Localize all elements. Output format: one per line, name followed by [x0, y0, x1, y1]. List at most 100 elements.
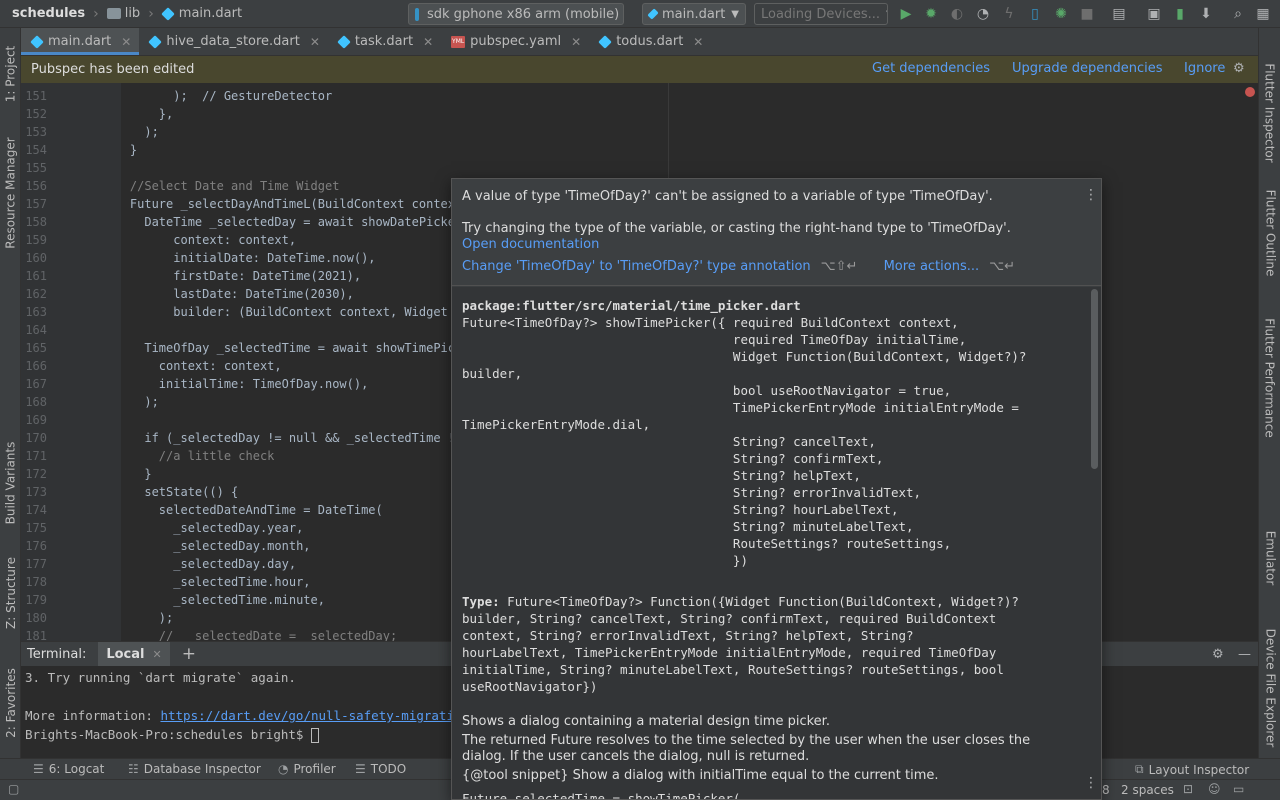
minimize-icon[interactable]: — [1238, 647, 1251, 662]
breadcrumb-folder[interactable]: lib [105, 0, 142, 28]
apply-changes-icon[interactable]: ▯ [1026, 5, 1044, 23]
folder-icon [106, 8, 121, 19]
add-terminal-icon[interactable]: + [182, 644, 196, 664]
type-line: Type: Future<TimeOfDay?> Function({Widge… [462, 593, 1019, 610]
database-icon: ☷ [128, 762, 139, 776]
devices-selector[interactable]: Loading Devices... ▼ [754, 3, 888, 25]
documentation-section[interactable]: package:flutter/src/material/time_picker… [452, 287, 1101, 799]
layout-inspector-tool-tab[interactable]: ⧉ Layout Inspector [1135, 762, 1249, 777]
line-number: 169 [25, 413, 47, 427]
code-text: lastDate: DateTime(2030), [101, 287, 354, 301]
stop-icon[interactable]: ■ [1078, 5, 1096, 23]
type-label: Type: [462, 594, 500, 609]
hot-reload-icon[interactable]: ϟ [1000, 5, 1018, 23]
indent-status[interactable]: 2 spaces [1121, 783, 1174, 797]
change-type-annotation-fix[interactable]: Change 'TimeOfDay' to 'TimeOfDay?' type … [462, 259, 811, 274]
emulator-tool-tab[interactable]: Emulator [1259, 523, 1280, 593]
yaml-file-icon: YML [451, 35, 466, 48]
logcat-tool-tab[interactable]: ☰ 6: Logcat [33, 762, 104, 776]
line-number: 168 [25, 395, 47, 409]
get-dependencies-link[interactable]: Get dependencies [872, 61, 990, 76]
popup-scrollbar[interactable] [1091, 289, 1098, 469]
gear-icon[interactable]: ⚙ [1233, 61, 1245, 76]
build-variants-tool-tab[interactable]: Build Variants [0, 433, 21, 533]
flutter-outline-tool-tab[interactable]: Flutter Outline [1259, 188, 1280, 278]
tab-todus-dart[interactable]: todus.dart ✕ [589, 28, 711, 55]
terminal-cursor [310, 728, 319, 743]
signature-line: String? errorInvalidText, [462, 485, 922, 500]
breadcrumb-file[interactable]: main.dart [160, 0, 244, 28]
terminal-toggle-icon[interactable]: ▣ [1145, 5, 1163, 23]
fix-shortcut: ⌥⇧↵ [820, 259, 858, 274]
line-number: 167 [25, 377, 47, 391]
device-selector[interactable]: sdk gphone x86 arm (mobile) ▼ [408, 3, 624, 25]
todo-tool-tab[interactable]: ☰ TODO [355, 762, 406, 776]
signature-line: String? cancelText, [462, 434, 876, 449]
breadcrumb-project[interactable]: schedules [0, 0, 87, 28]
event-log-icon[interactable]: ▭ [1233, 782, 1244, 796]
code-text: DateTime _selectedDay = await showDatePi… [101, 215, 470, 229]
editor-error-stripe[interactable] [1243, 83, 1258, 641]
run-icon[interactable]: ▶ [897, 5, 915, 23]
code-text: _selectedDay.month, [101, 539, 311, 553]
more-options-icon[interactable]: ⋮ [1084, 775, 1098, 791]
line-number: 174 [25, 503, 47, 517]
close-icon[interactable]: ✕ [310, 35, 320, 49]
null-safety-link[interactable]: https://dart.dev/go/null-safety-migratio… [160, 708, 469, 723]
avd-manager-icon[interactable]: ▮ [1171, 5, 1189, 23]
attach-debugger-icon[interactable]: ◐ [948, 5, 966, 23]
code-text: firstDate: DateTime(2021), [101, 269, 362, 283]
more-actions-link[interactable]: More actions... [884, 259, 980, 274]
gear-icon[interactable]: ⚙ [1212, 647, 1224, 662]
project-structure-icon[interactable]: ▤ [1110, 5, 1128, 23]
project-tool-tab[interactable]: 1: Project [0, 34, 21, 114]
more-options-icon[interactable]: ⋮ [1084, 187, 1098, 203]
code-text: ); [101, 395, 159, 409]
line-number: 170 [25, 431, 47, 445]
profiler-tool-tab[interactable]: ◔ Profiler [278, 762, 336, 776]
run-config-selector[interactable]: main.dart ▼ [642, 3, 746, 25]
error-indicator-icon[interactable] [1245, 87, 1255, 97]
open-documentation-link[interactable]: Open documentation [462, 237, 599, 252]
debug-icon[interactable]: ✹ [922, 5, 940, 23]
logcat-icon: ☰ [33, 762, 44, 776]
close-icon[interactable]: ✕ [152, 648, 161, 661]
left-tool-strip: 1: Project Resource Manager Build Varian… [0, 28, 21, 758]
code-text: initialDate: DateTime.now(), [101, 251, 376, 265]
sdk-manager-icon[interactable]: ⬇ [1197, 5, 1215, 23]
resource-manager-tool-tab[interactable]: Resource Manager [0, 128, 21, 258]
device-file-explorer-tool-tab[interactable]: Device File Explorer [1259, 628, 1280, 748]
ignore-link[interactable]: Ignore [1184, 61, 1225, 76]
code-text: // _selectedDate = _selectedDay; [101, 629, 398, 641]
search-icon[interactable]: ⌕ [1229, 5, 1247, 23]
tab-pubspec-yaml[interactable]: YML pubspec.yaml ✕ [441, 28, 589, 55]
flutter-inspector-tool-tab[interactable]: Flutter Inspector [1259, 58, 1280, 168]
database-inspector-tool-tab[interactable]: ☷ Database Inspector [128, 762, 261, 776]
line-number: 160 [25, 251, 47, 265]
status-toggle-icon[interactable]: ▢ [8, 782, 19, 796]
profile-icon[interactable]: ◔ [974, 5, 992, 23]
todo-label: TODO [370, 762, 407, 776]
structure-tool-tab[interactable]: Z: Structure [0, 553, 21, 633]
tab-main-dart[interactable]: main.dart ✕ [21, 28, 140, 55]
signature-line: }) [462, 553, 748, 568]
chevron-down-icon: ▼ [731, 8, 739, 20]
favorites-tool-tab[interactable]: 2: Favorites [0, 658, 21, 748]
notifications-icon[interactable]: ▦ [1254, 5, 1272, 23]
close-icon[interactable]: ✕ [693, 35, 703, 49]
profiler-label: Profiler [293, 762, 336, 776]
code-text: _selectedDay.year, [101, 521, 304, 535]
lock-icon[interactable]: ⊡ [1183, 782, 1193, 796]
inspection-icon[interactable]: ☺ [1208, 782, 1221, 796]
tab-hive-data-store-dart[interactable]: hive_data_store.dart ✕ [139, 28, 328, 55]
tab-task-dart[interactable]: task.dart ✕ [328, 28, 441, 55]
upgrade-dependencies-link[interactable]: Upgrade dependencies [1012, 61, 1162, 76]
close-icon[interactable]: ✕ [571, 35, 581, 49]
close-icon[interactable]: ✕ [423, 35, 433, 49]
flutter-performance-tool-tab[interactable]: Flutter Performance [1259, 313, 1280, 443]
flutter-attach-icon[interactable]: ✺ [1052, 5, 1070, 23]
signature-line: builder, [462, 366, 523, 381]
close-icon[interactable]: ✕ [121, 35, 131, 49]
terminal-tab-local[interactable]: Local ✕ [98, 642, 170, 666]
signature-line: String? hourLabelText, [462, 502, 899, 517]
